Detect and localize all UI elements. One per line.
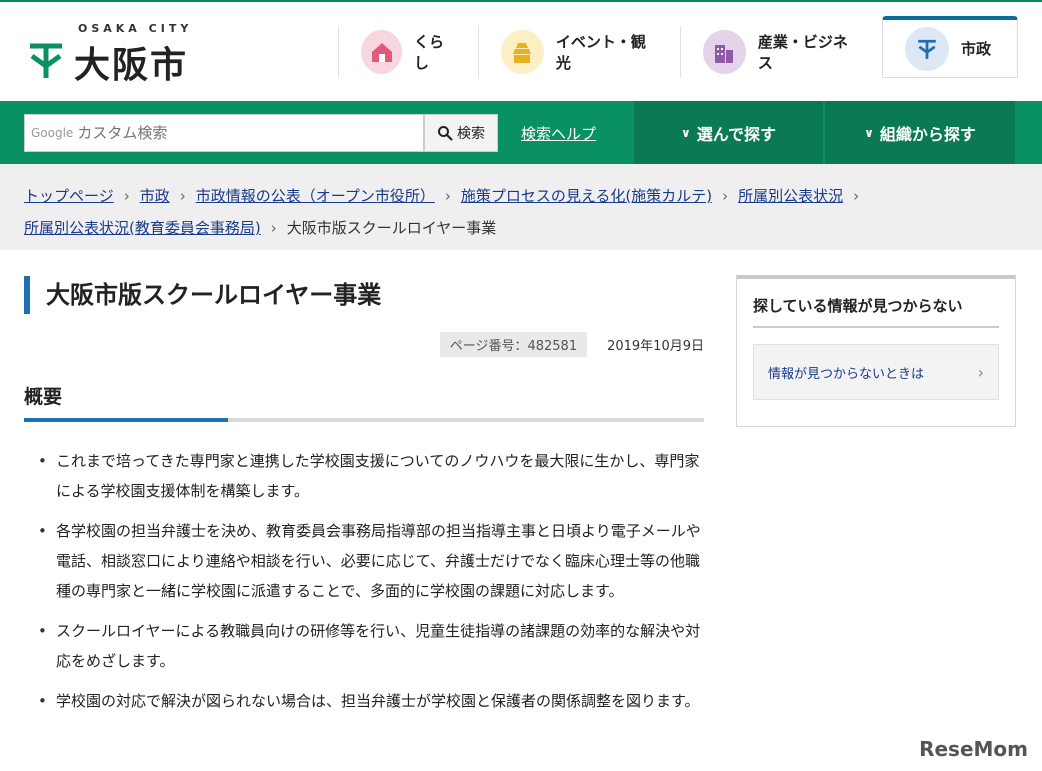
search-button[interactable]: 検索: [424, 114, 498, 152]
chevron-down-icon: ∨: [864, 125, 874, 140]
list-item: 各学校園の担当弁護士を決め、教育委員会事務局指導部の担当指導主事と日頃より電子メ…: [38, 516, 704, 606]
nav-event[interactable]: イベント・観光: [478, 26, 680, 78]
page-date: 2019年10月9日: [607, 339, 704, 354]
list-item: スクールロイヤーによる教職員向けの研修等を行い、児童生徒指導の諸課題の効率的な解…: [38, 616, 704, 676]
breadcrumb: トップページ › 市政 › 市政情報の公表（オープン市役所） › 施策プロセスの…: [0, 164, 1042, 250]
breadcrumb-separator-icon: ›: [270, 219, 277, 237]
breadcrumb-separator-icon: ›: [853, 187, 860, 205]
not-found-help-link[interactable]: 情報が見つからないときは ›: [753, 344, 999, 400]
page-meta: ページ番号：482581 2019年10月9日: [439, 332, 704, 357]
breadcrumb-separator-icon: ›: [444, 187, 451, 205]
castle-icon: [501, 30, 544, 74]
nav-shisei-label: 市政: [961, 40, 992, 58]
search-field[interactable]: Google: [24, 114, 424, 152]
global-nav: くらし イベント・観光 産業・ビジネス 市政: [338, 16, 1018, 86]
nav-sangyo-label: 産業・ビジネス: [757, 33, 848, 72]
list-item: 学校園の対応で解決が図られない場合は、担当弁護士が学校園と保護者の関係調整を図り…: [38, 686, 704, 716]
breadcrumb-separator-icon: ›: [179, 187, 186, 205]
org-menu-button[interactable]: ∨ 組織から探す: [825, 101, 1015, 164]
logo-name: 大阪市: [74, 45, 189, 86]
overview-list: これまで培ってきた専門家と連携した学校園支援についてのノウハウを最大限に生かし、…: [38, 446, 704, 726]
house-icon: [361, 30, 403, 74]
nav-kurashi-label: くらし: [414, 33, 445, 72]
nav-kurashi[interactable]: くらし: [338, 26, 478, 78]
list-item: これまで培ってきた専門家と連携した学校園支援についてのノウハウを最大限に生かし、…: [38, 446, 704, 506]
sidebox-title: 探している情報が見つからない: [753, 295, 999, 328]
nav-sangyo[interactable]: 産業・ビジネス: [680, 26, 882, 78]
building-icon: [703, 30, 746, 74]
section-heading: 概要: [24, 386, 63, 408]
not-found-help-label: 情報が見つからないときは: [768, 366, 925, 382]
main-content: 大阪市版スクールロイヤー事業 ページ番号：482581 2019年10月9日 概…: [24, 276, 704, 716]
search-bar: Google 検索 検索ヘルプ ∨ 選んで探す ∨ 組織から探す: [0, 101, 1042, 164]
search-icon: [438, 126, 453, 141]
breadcrumb-link[interactable]: 市政情報の公表（オープン市役所）: [196, 180, 435, 212]
nav-shisei[interactable]: 市政: [882, 16, 1018, 78]
watermark-logo: ReseMom: [919, 737, 1028, 761]
help-sidebox: 探している情報が見つからない 情報が見つからないときは ›: [736, 275, 1016, 427]
org-menu-label: 組織から探す: [879, 124, 976, 144]
search-button-label: 検索: [457, 126, 485, 142]
logo-subtitle: OSAKA CITY: [78, 22, 193, 35]
city-emblem-icon: [30, 43, 62, 78]
page-title: 大阪市版スクールロイヤー事業: [24, 276, 704, 314]
google-label: Google: [31, 126, 74, 140]
site-logo[interactable]: OSAKA CITY 大阪市: [26, 22, 226, 86]
page-number: ページ番号：482581: [439, 332, 588, 357]
chevron-down-icon: ∨: [681, 125, 691, 140]
city-emblem-icon: [905, 26, 949, 71]
browse-menu-button[interactable]: ∨ 選んで探す: [634, 101, 823, 164]
breadcrumb-link[interactable]: 所属別公表状況(教育委員会事務局): [24, 212, 261, 244]
breadcrumb-link[interactable]: 所属別公表状況: [738, 180, 843, 212]
section-divider: [24, 418, 704, 422]
chevron-right-icon: ›: [977, 362, 984, 382]
breadcrumb-current: 大阪市版スクールロイヤー事業: [286, 219, 497, 237]
breadcrumb-separator-icon: ›: [123, 187, 130, 205]
breadcrumb-link[interactable]: トップページ: [24, 180, 114, 212]
breadcrumb-link[interactable]: 市政: [140, 180, 170, 212]
search-input[interactable]: [77, 124, 378, 142]
search-help-link[interactable]: 検索ヘルプ: [521, 123, 596, 144]
browse-menu-label: 選んで探す: [696, 124, 776, 144]
breadcrumb-separator-icon: ›: [722, 187, 729, 205]
nav-event-label: イベント・観光: [555, 33, 646, 72]
breadcrumb-link[interactable]: 施策プロセスの見える化(施策カルテ): [461, 180, 712, 212]
site-header: OSAKA CITY 大阪市 くらし イベント・観光 産業・ビジネス 市政: [0, 2, 1042, 101]
